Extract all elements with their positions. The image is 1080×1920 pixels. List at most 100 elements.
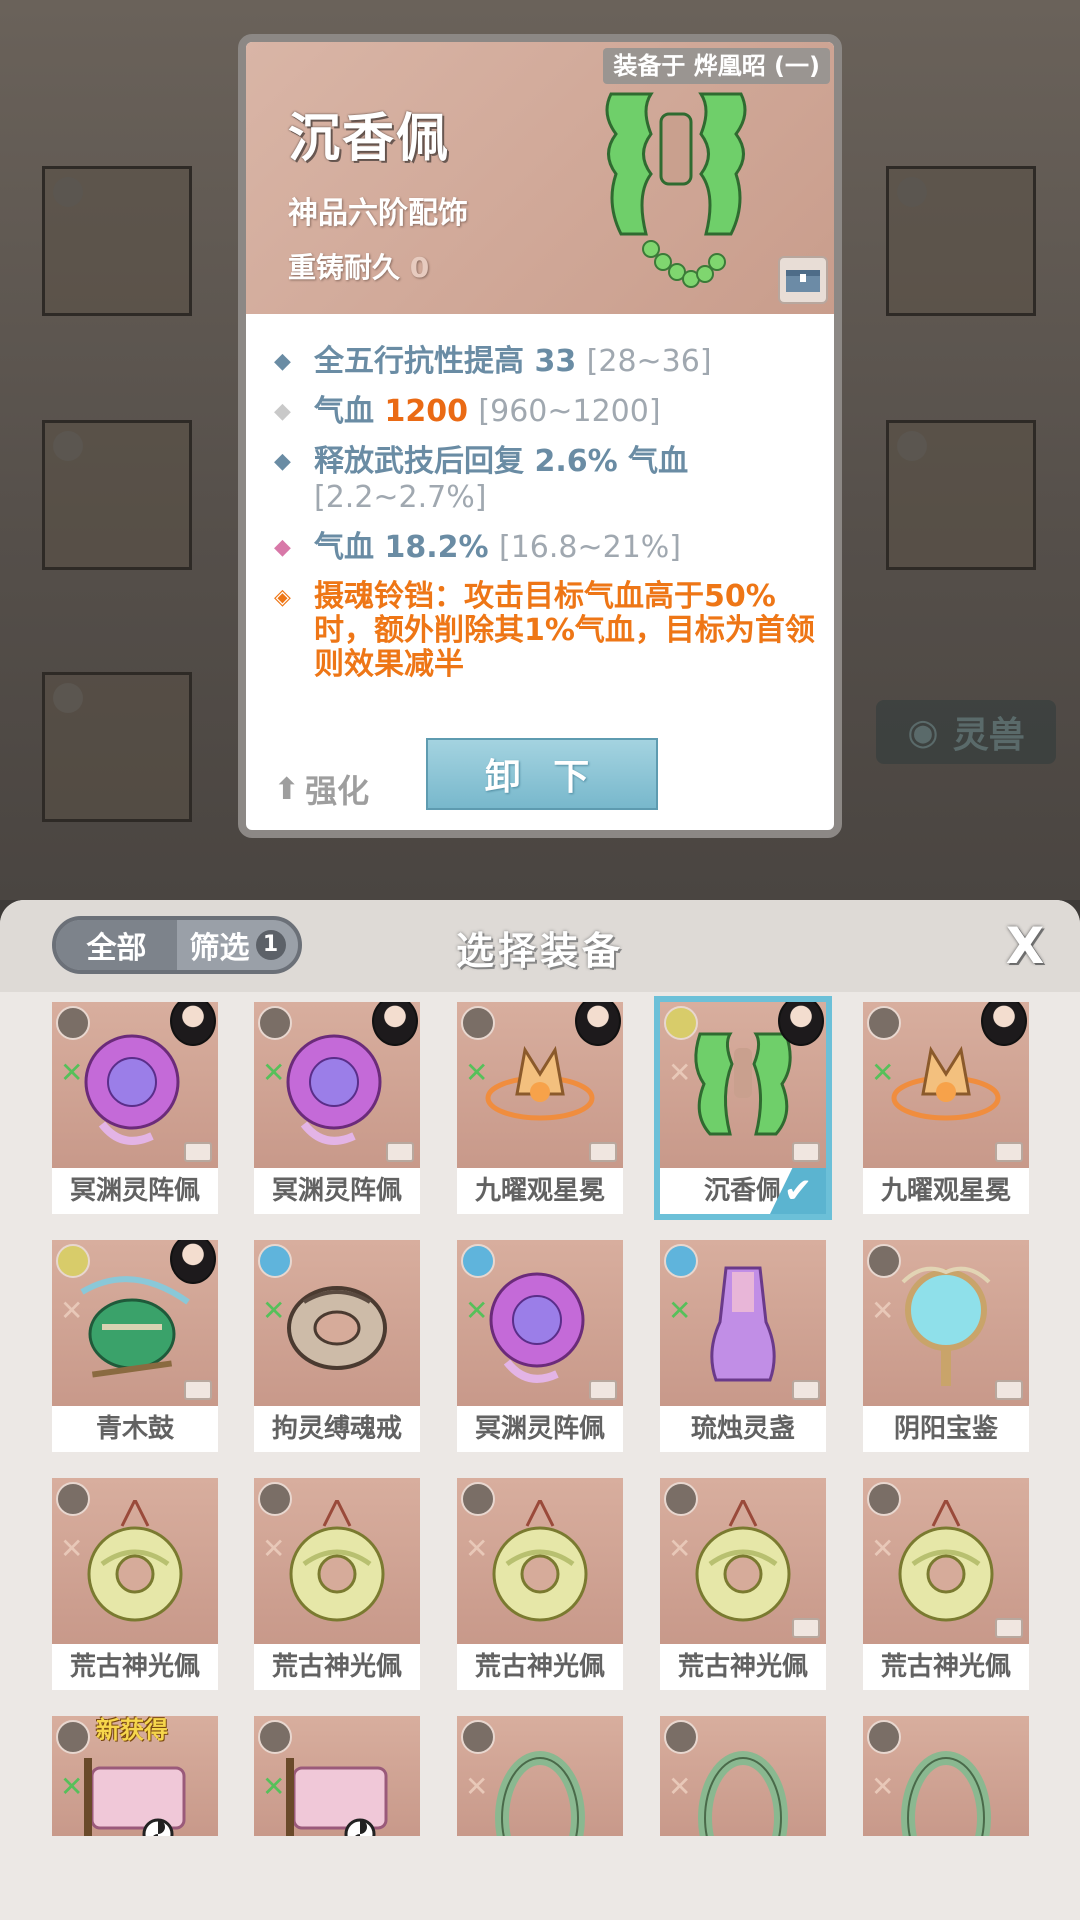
element-icon: ✕ bbox=[60, 1770, 84, 1803]
upgrade-button[interactable]: ⬆ 强化 bbox=[274, 766, 369, 812]
equipment-name: 荒古神光佩 bbox=[457, 1644, 623, 1690]
element-ring-icon bbox=[258, 1482, 292, 1516]
item-reforge: 重铸耐久 0 bbox=[288, 251, 430, 284]
owner-avatar bbox=[778, 1002, 824, 1046]
element-ring-icon bbox=[664, 1244, 698, 1278]
element-icon: ✕ bbox=[465, 1770, 489, 1803]
element-icon: ✕ bbox=[60, 1294, 84, 1327]
item-detail-footer: ⬆ 强化 卸 下 bbox=[246, 720, 834, 830]
element-ring-icon bbox=[56, 1006, 90, 1040]
element-icon: ✕ bbox=[668, 1532, 692, 1565]
special-effect-icon: ◈ bbox=[274, 585, 291, 610]
stat-line: ◆ 释放武技后回复 2.6% 气血 [2.2~2.7%] bbox=[274, 444, 689, 515]
equipment-image: ✕ bbox=[863, 1716, 1029, 1836]
equipment-card[interactable]: ✕ 新获得 bbox=[52, 1716, 218, 1836]
storage-chest-button[interactable] bbox=[778, 256, 828, 304]
stat-line: ◆ 全五行抗性提高 33 [28~36] bbox=[274, 344, 712, 379]
owner-avatar bbox=[575, 1002, 621, 1046]
element-ring-icon bbox=[867, 1482, 901, 1516]
diamond-bullet-icon: ◆ bbox=[274, 449, 291, 474]
equipment-card[interactable]: ✕ 冥渊灵阵佩 bbox=[254, 1002, 420, 1214]
element-ring-icon bbox=[258, 1244, 292, 1278]
element-icon: ✕ bbox=[262, 1056, 286, 1089]
equipment-card[interactable]: ✕ bbox=[863, 1716, 1029, 1836]
equipment-card[interactable]: ✕ 拘灵缚魂戒 bbox=[254, 1240, 420, 1452]
element-icon: ✕ bbox=[668, 1056, 692, 1089]
item-grade: 神品六阶配饰 bbox=[288, 196, 468, 231]
owner-avatar bbox=[170, 1002, 216, 1046]
element-icon: ✕ bbox=[262, 1770, 286, 1803]
jade-pendant-art bbox=[605, 92, 747, 288]
diamond-bullet-icon: ◆ bbox=[274, 535, 291, 560]
equipment-card[interactable]: ✕ bbox=[660, 1716, 826, 1836]
element-icon: ✕ bbox=[60, 1056, 84, 1089]
chest-icon bbox=[184, 1380, 212, 1400]
equipment-image: ✕ bbox=[863, 1240, 1029, 1406]
equipment-image: ✕ bbox=[254, 1478, 420, 1644]
new-item-tag: 新获得 bbox=[96, 1716, 168, 1744]
equipment-card[interactable]: ✕ bbox=[254, 1716, 420, 1836]
panel-title: 选择装备 bbox=[455, 929, 624, 973]
equipment-name: 冥渊灵阵佩 bbox=[457, 1406, 623, 1452]
chest-icon bbox=[995, 1618, 1023, 1638]
equipment-card[interactable]: ✕ 九曜观星冕 bbox=[863, 1002, 1029, 1214]
equipment-image: ✕ bbox=[863, 1002, 1029, 1168]
equipment-card[interactable]: ✕ 荒古神光佩 bbox=[660, 1478, 826, 1690]
element-icon: ✕ bbox=[60, 1532, 84, 1565]
chest-icon bbox=[792, 1618, 820, 1638]
owner-avatar bbox=[372, 1002, 418, 1046]
equipment-name: 阴阳宝鉴 bbox=[863, 1406, 1029, 1452]
chest-icon bbox=[386, 1142, 414, 1162]
element-icon: ✕ bbox=[465, 1532, 489, 1565]
equipment-image: ✕ bbox=[254, 1240, 420, 1406]
chest-icon bbox=[184, 1142, 212, 1162]
upgrade-arrow-icon: ⬆ bbox=[274, 771, 300, 807]
chest-icon bbox=[786, 270, 820, 292]
element-icon: ✕ bbox=[262, 1294, 286, 1327]
equipment-card[interactable]: ✕ 青木鼓 bbox=[52, 1240, 218, 1452]
equipment-image: ✕ bbox=[660, 1478, 826, 1644]
equipment-name: 荒古神光佩 bbox=[863, 1644, 1029, 1690]
equipment-name: 荒古神光佩 bbox=[254, 1644, 420, 1690]
equipment-card[interactable]: ✕ bbox=[457, 1716, 623, 1836]
equipment-card[interactable]: ✕ 荒古神光佩 bbox=[863, 1478, 1029, 1690]
equipment-image: ✕ bbox=[52, 1002, 218, 1168]
unequip-button[interactable]: 卸 下 bbox=[426, 738, 658, 810]
element-icon: ✕ bbox=[262, 1532, 286, 1565]
element-ring-icon bbox=[258, 1720, 292, 1754]
element-icon: ✕ bbox=[465, 1056, 489, 1089]
element-icon: ✕ bbox=[871, 1056, 895, 1089]
equipment-card[interactable]: ✕ 琉烛灵盏 bbox=[660, 1240, 826, 1452]
stat-line: ◆ 气血 1200 [960~1200] bbox=[274, 394, 661, 429]
panel-header: 全部 筛选 1 选择装备 X bbox=[0, 900, 1080, 992]
element-ring-icon bbox=[461, 1006, 495, 1040]
equipment-card[interactable]: ✕ 冥渊灵阵佩 bbox=[52, 1002, 218, 1214]
equipment-card[interactable]: ✕ 九曜观星冕 bbox=[457, 1002, 623, 1214]
equipment-name: 琉烛灵盏 bbox=[660, 1406, 826, 1452]
element-ring-icon bbox=[258, 1006, 292, 1040]
item-detail-card: 装备于 烨凰昭 (一) 沉香佩 神品六阶配饰 重铸耐久 0 ◆ 全五行抗性提高 … bbox=[238, 34, 842, 838]
element-ring-icon bbox=[461, 1720, 495, 1754]
bg-armor-slot bbox=[42, 420, 192, 570]
element-icon: ✕ bbox=[668, 1294, 692, 1327]
element-ring-icon bbox=[867, 1720, 901, 1754]
owner-avatar bbox=[170, 1240, 216, 1284]
equipment-name: 冥渊灵阵佩 bbox=[52, 1168, 218, 1214]
equipment-card[interactable]: ✕ 阴阳宝鉴 bbox=[863, 1240, 1029, 1452]
equipment-image: ✕ bbox=[457, 1478, 623, 1644]
equipment-card[interactable]: ✕ 荒古神光佩 bbox=[254, 1478, 420, 1690]
close-button[interactable]: X bbox=[1000, 918, 1050, 974]
equipment-card[interactable]: ✕ 荒古神光佩 bbox=[52, 1478, 218, 1690]
equipment-card[interactable]: ✕ 冥渊灵阵佩 bbox=[457, 1240, 623, 1452]
element-icon: ✕ bbox=[871, 1294, 895, 1327]
equipment-image: ✕ bbox=[52, 1478, 218, 1644]
element-ring-icon bbox=[56, 1482, 90, 1516]
element-icon: ✕ bbox=[465, 1294, 489, 1327]
equipment-card[interactable]: ✕ 沉香佩 ✔ bbox=[654, 996, 832, 1220]
equipment-image: ✕ bbox=[660, 1002, 826, 1168]
chest-icon bbox=[589, 1380, 617, 1400]
item-stats: ◆ 全五行抗性提高 33 [28~36] ◆ 气血 1200 [960~1200… bbox=[246, 314, 834, 682]
equipment-name: 九曜观星冕 bbox=[863, 1168, 1029, 1214]
element-ring-icon bbox=[664, 1482, 698, 1516]
equipment-card[interactable]: ✕ 荒古神光佩 bbox=[457, 1478, 623, 1690]
